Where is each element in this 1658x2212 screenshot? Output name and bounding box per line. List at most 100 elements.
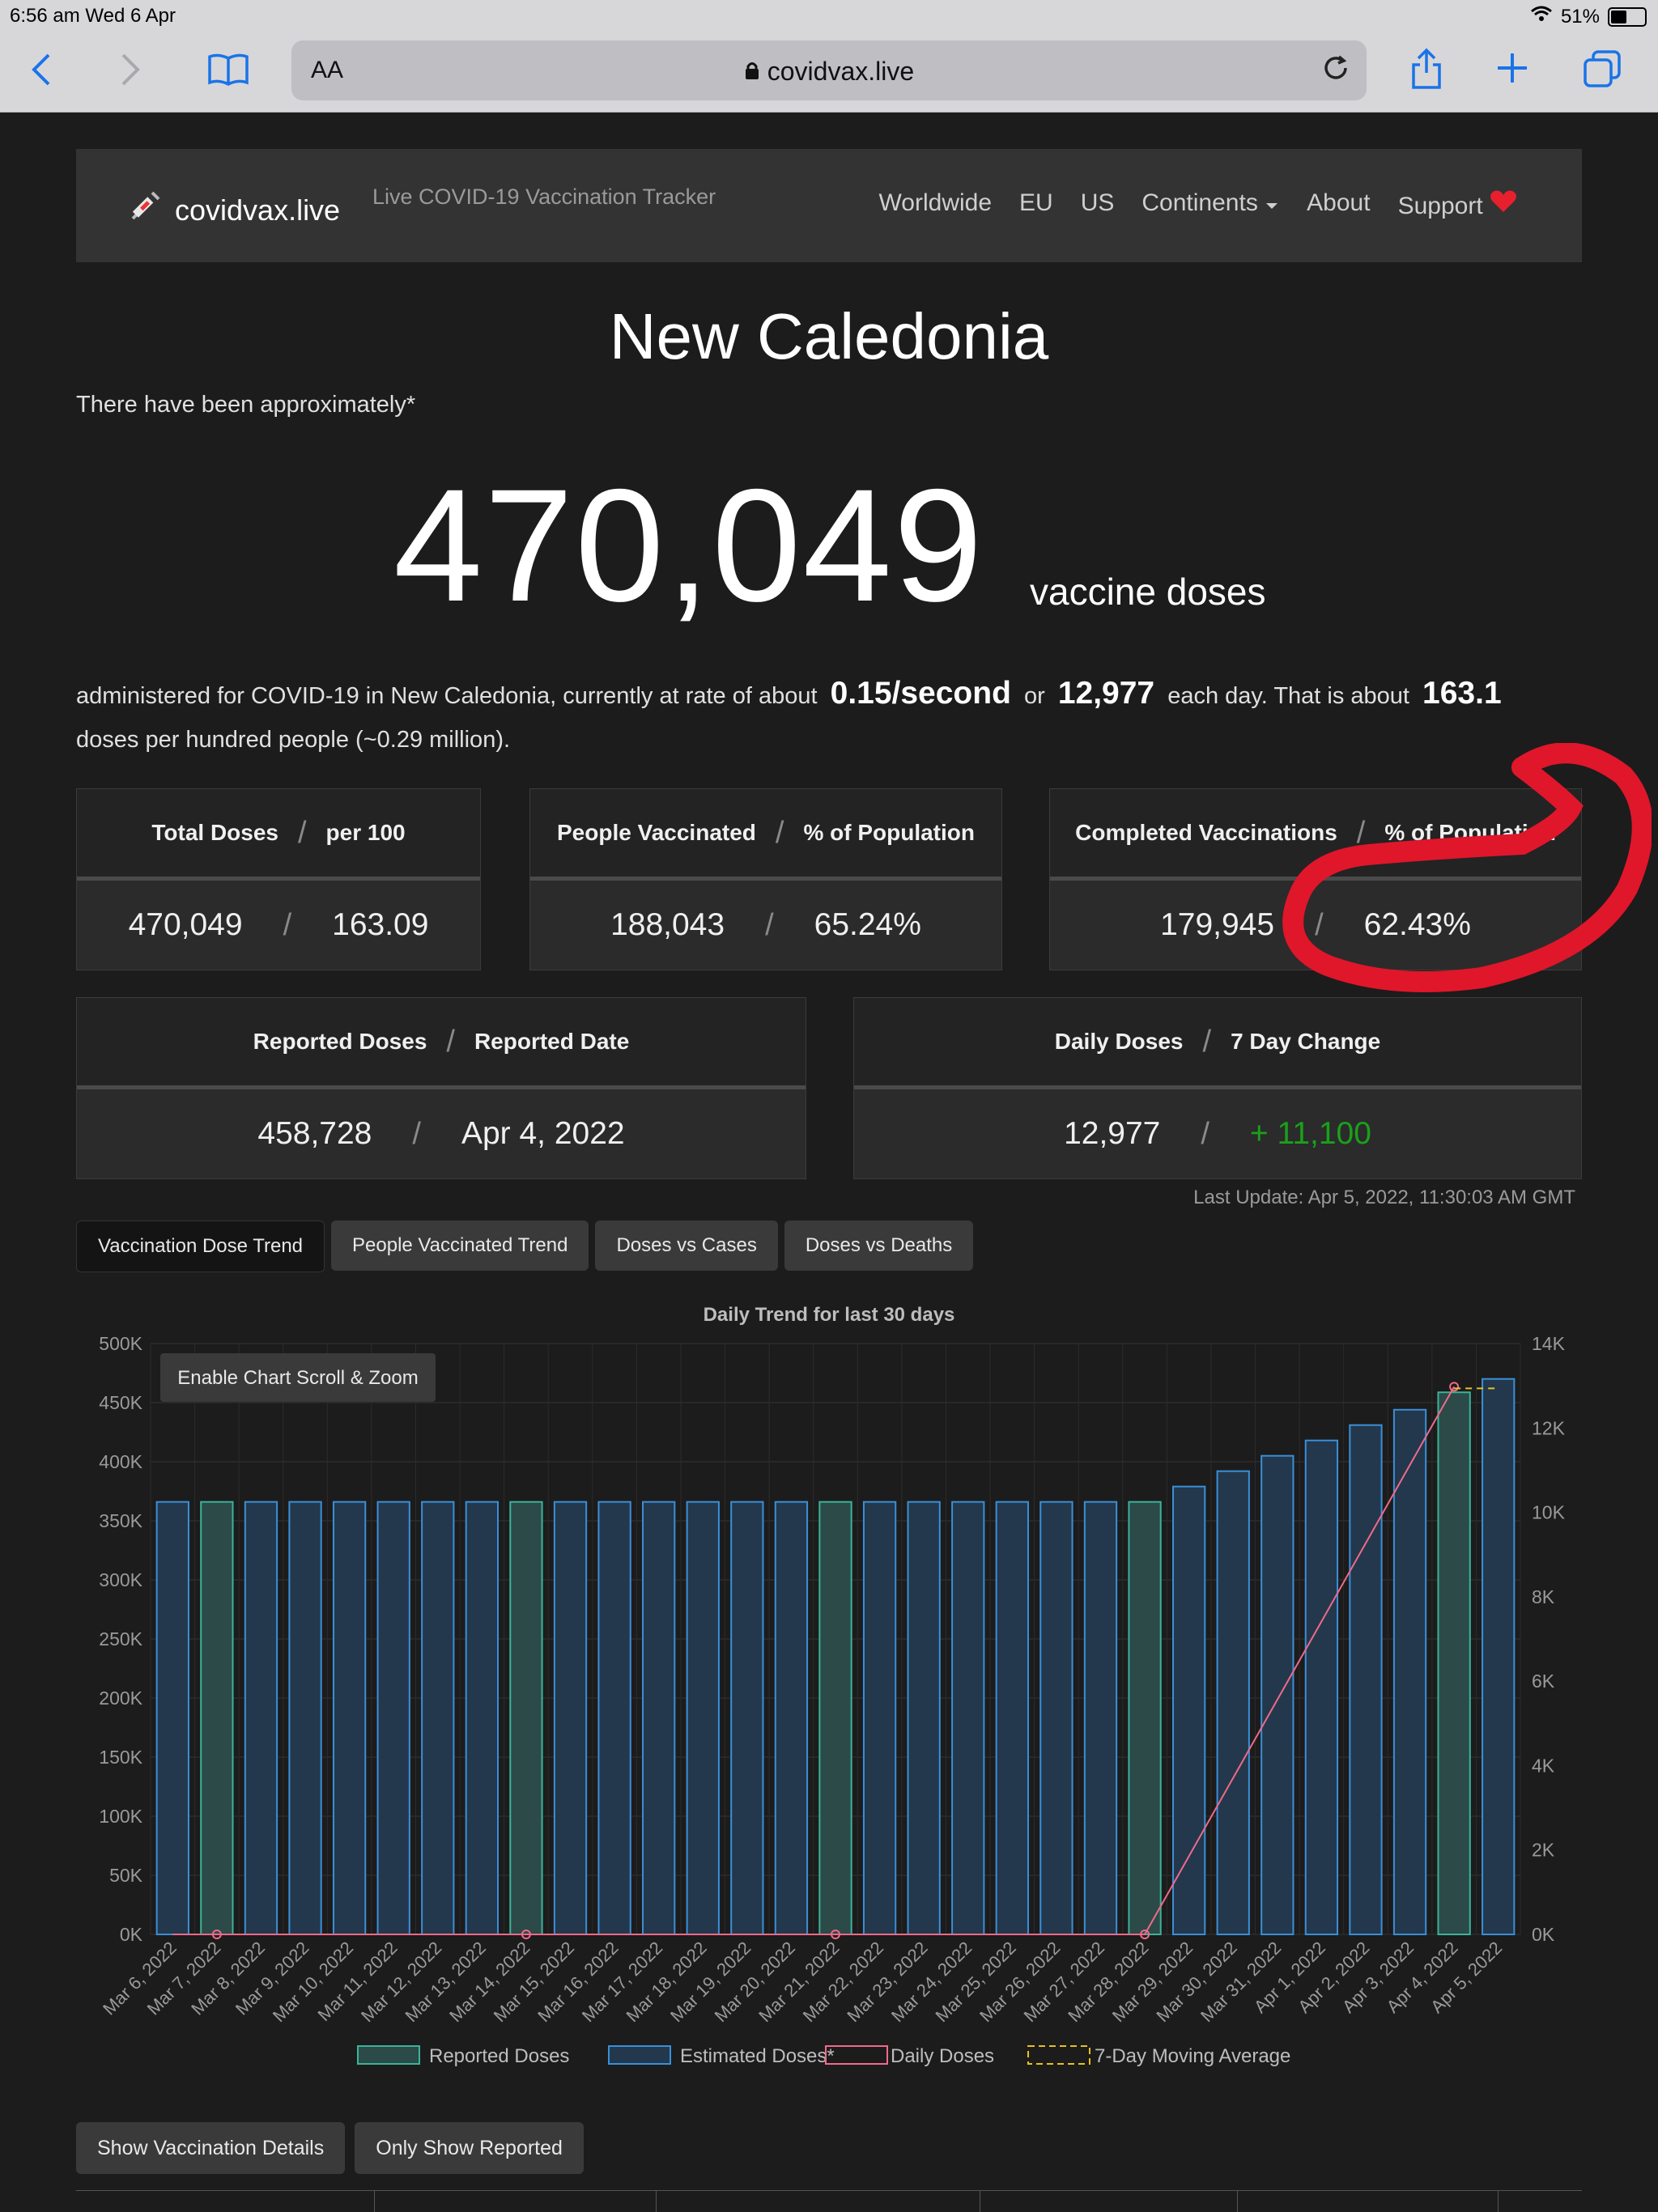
syringe-icon — [128, 189, 162, 231]
dose-trend-chart: Daily Trend for last 30 days 0K 50K 100K 150… — [76, 1295, 1582, 2088]
tabs-overview-icon[interactable] — [1582, 49, 1622, 96]
estimated-dose-bar — [376, 1501, 410, 1935]
y-left-tick-label: 450K — [99, 1392, 142, 1413]
y-right-tick-label: 0K — [1532, 1924, 1555, 1945]
legend-label: Estimated Doses* — [680, 2045, 835, 2067]
y-left-tick-label: 200K — [99, 1688, 142, 1709]
nav-support-label: Support — [1397, 193, 1483, 219]
last-update: Last Update: Apr 5, 2022, 11:30:03 AM GM… — [1193, 1187, 1575, 1208]
y-left-tick-label: 0K — [120, 1924, 143, 1945]
estimated-dose-bar — [597, 1501, 631, 1935]
y-right-tick-label: 10K — [1532, 1502, 1566, 1523]
y-left-tick-label: 150K — [99, 1747, 142, 1768]
slash-divider: / — [775, 815, 784, 850]
reported-dose-bar — [1128, 1501, 1162, 1935]
slash-divider: / — [283, 907, 292, 942]
seven-day-change-value: + 11,100 — [1249, 1116, 1371, 1151]
safari-toolbar: AA covidvax.live — [0, 34, 1658, 113]
lock-icon — [744, 57, 767, 86]
address-bar[interactable]: AA covidvax.live — [291, 40, 1367, 100]
reported-dose-bar — [200, 1501, 234, 1935]
chart-title: Daily Trend for last 30 days — [704, 1304, 955, 1326]
card-header: Reported Date — [474, 1029, 630, 1054]
bookmarks-icon[interactable] — [207, 52, 249, 94]
tab-doses-vs-cases[interactable]: Doses vs Cases — [595, 1221, 778, 1271]
reported-dose-bar — [509, 1501, 543, 1935]
site-navbar: covidvax.live Live COVID-19 Vaccination … — [76, 149, 1582, 262]
nav-us[interactable]: US — [1081, 189, 1115, 220]
chart-tabs: Vaccination Dose Trend People Vaccinated… — [76, 1221, 974, 1272]
only-show-reported-button[interactable]: Only Show Reported — [355, 2122, 584, 2174]
heart-icon — [1490, 190, 1517, 219]
reported-doses-card: Reported Doses / Reported Date 458,728 / Apr… — [76, 997, 806, 1179]
card-value: 163.09 — [332, 907, 429, 942]
enable-zoom-button[interactable]: Enable Chart Scroll & Zoom — [177, 1367, 418, 1389]
y-right-tick-label: 14K — [1532, 1333, 1566, 1354]
rate-text-1: administered for COVID-19 in New Caledon… — [76, 683, 818, 709]
total-doses-suffix: vaccine doses — [1030, 571, 1266, 613]
y-left-tick-label: 500K — [99, 1333, 142, 1354]
new-tab-icon[interactable] — [1494, 50, 1530, 92]
nav-continents-label: Continents — [1141, 189, 1258, 216]
tab-vaccination-dose-trend[interactable]: Vaccination Dose Trend — [76, 1221, 325, 1272]
nav-continents-dropdown[interactable]: Continents — [1141, 189, 1279, 220]
estimated-dose-bar — [995, 1501, 1029, 1935]
show-vaccination-details-button[interactable]: Show Vaccination Details — [76, 2122, 346, 2174]
card-header: Daily Doses — [1054, 1029, 1184, 1054]
estimated-dose-bar — [642, 1501, 676, 1935]
nav-about[interactable]: About — [1307, 189, 1370, 220]
reported-dose-bar — [1437, 1391, 1471, 1935]
slash-divider: / — [1201, 1116, 1209, 1151]
site-tagline: Live COVID-19 Vaccination Tracker — [372, 185, 716, 209]
nav-eu[interactable]: EU — [1019, 189, 1053, 220]
card-value: Apr 4, 2022 — [461, 1116, 625, 1151]
card-value: 188,043 — [610, 907, 725, 942]
share-icon[interactable] — [1409, 47, 1444, 97]
intro-text: There have been approximately* — [76, 392, 416, 418]
rate-text-2: each day. That is about — [1167, 683, 1409, 709]
estimated-dose-bar — [862, 1501, 897, 1935]
tab-people-vaccinated-trend[interactable]: People Vaccinated Trend — [331, 1221, 589, 1271]
estimated-dose-bar — [686, 1501, 720, 1935]
y-right-tick-label: 8K — [1532, 1586, 1555, 1607]
y-right-tick-label: 12K — [1532, 1417, 1566, 1438]
url-text: covidvax.live — [767, 57, 915, 86]
y-left-tick-label: 400K — [99, 1451, 142, 1472]
y-right-tick-label: 6K — [1532, 1671, 1555, 1692]
card-header: People Vaccinated — [557, 820, 756, 845]
y-right-tick-label: 4K — [1532, 1755, 1555, 1776]
card-header: % of Population — [803, 820, 975, 845]
reload-icon[interactable] — [1320, 52, 1352, 92]
people-vaccinated-card: People Vaccinated / % of Population 188,04… — [529, 788, 1002, 970]
ios-status-bar: 6:56 am Wed 6 Apr 51% — [0, 0, 1658, 34]
page-title: New Caledonia — [609, 300, 1049, 372]
estimated-dose-bar — [155, 1501, 189, 1935]
y-left-tick-label: 250K — [99, 1628, 142, 1649]
legend-label: Reported Doses — [429, 2045, 569, 2067]
forward-icon[interactable] — [118, 52, 142, 94]
estimated-dose-bar — [1216, 1470, 1250, 1935]
estimated-dose-bar — [1349, 1424, 1383, 1936]
battery-icon — [1608, 6, 1647, 27]
estimated-dose-bar — [1171, 1485, 1206, 1936]
rate-per-day: 12,977 — [1057, 676, 1155, 711]
slash-divider: / — [297, 815, 307, 850]
back-icon[interactable] — [29, 52, 53, 94]
caret-down-icon — [1265, 189, 1279, 216]
rate-or: or — [1023, 683, 1045, 709]
brand-link[interactable]: covidvax.live — [128, 189, 340, 231]
legend-swatch — [608, 2045, 671, 2065]
estimated-dose-bar — [553, 1501, 588, 1935]
estimated-dose-bar — [1039, 1501, 1073, 1935]
nav-support[interactable]: Support — [1398, 189, 1517, 220]
legend-swatch — [357, 2045, 420, 2065]
nav-worldwide[interactable]: Worldwide — [879, 189, 993, 220]
card-header: 7 Day Change — [1231, 1029, 1381, 1054]
card-value: 179,945 — [1160, 907, 1275, 942]
rate-per-second: 0.15/second — [830, 676, 1011, 711]
red-annotation-circle — [1282, 743, 1652, 992]
estimated-dose-bar — [244, 1501, 278, 1935]
tab-doses-vs-deaths[interactable]: Doses vs Deaths — [784, 1221, 974, 1271]
battery-percent: 51% — [1560, 5, 1600, 28]
estimated-dose-bar — [421, 1501, 455, 1935]
